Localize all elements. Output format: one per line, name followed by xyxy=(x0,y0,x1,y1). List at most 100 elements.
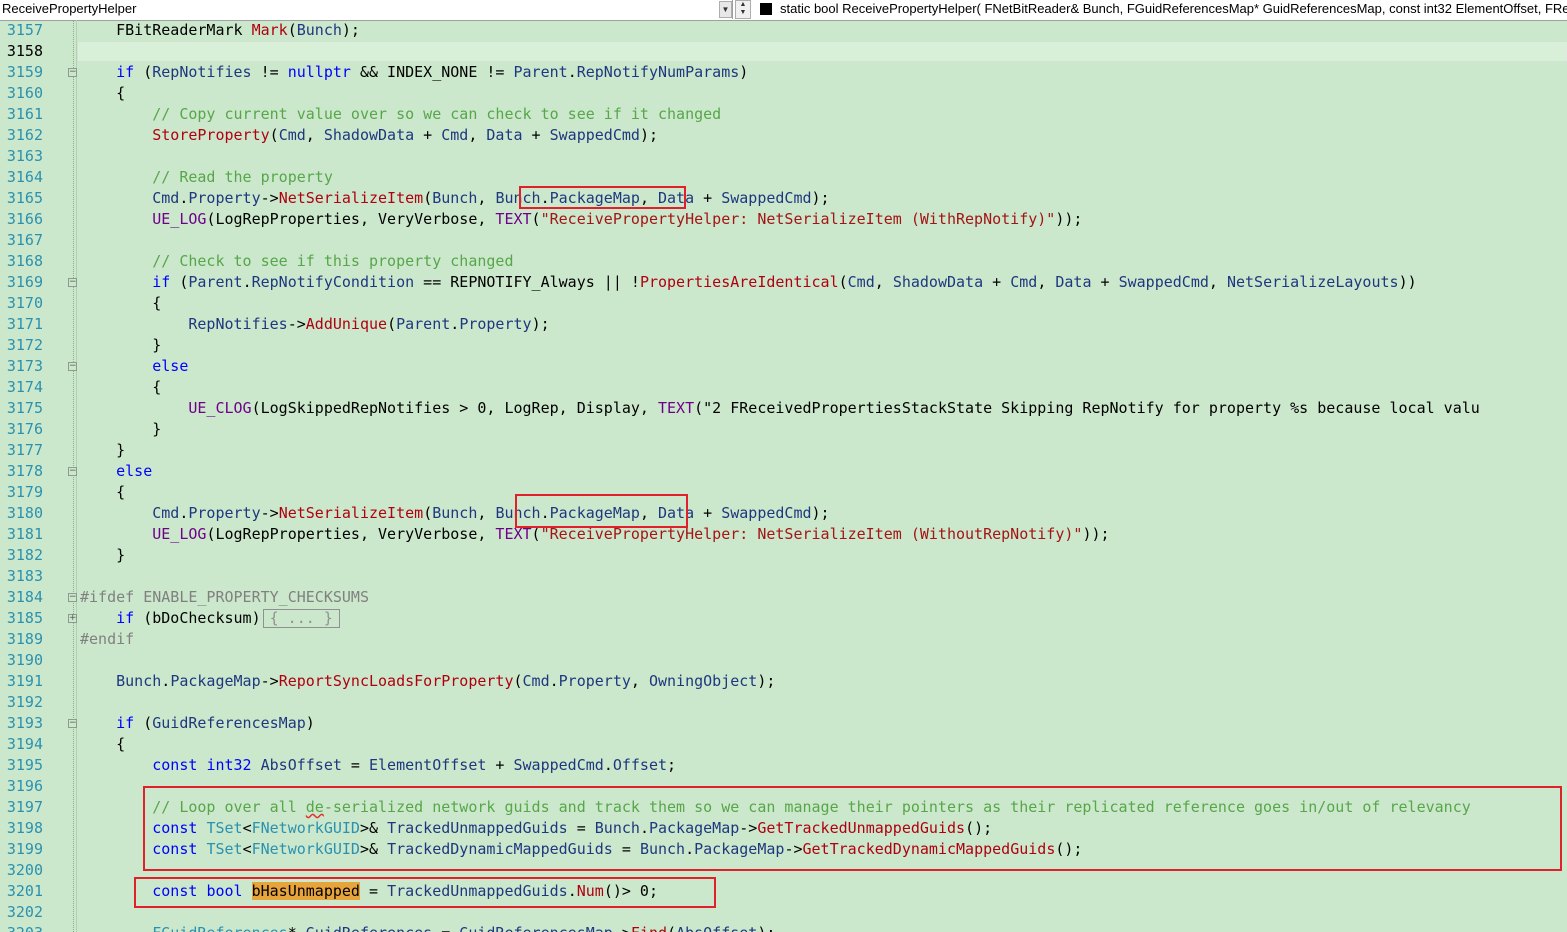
line-number: 3168 xyxy=(6,252,43,270)
line-number: 3184 xyxy=(6,588,43,606)
code-text: Cmd.Property->NetSerializeItem(Bunch, Bu… xyxy=(152,504,830,522)
line-number: 3173 xyxy=(6,357,43,375)
line-number: 3165 xyxy=(6,189,43,207)
code-line[interactable]: 3177 } xyxy=(0,440,1567,461)
code-line[interactable]: 3158 xyxy=(0,41,1567,62)
code-text: #endif xyxy=(80,630,135,648)
scope-dropdown[interactable]: ReceivePropertyHelper ▼ xyxy=(0,0,733,19)
collapse-icon[interactable]: − xyxy=(68,719,77,728)
code-line[interactable]: 3167 xyxy=(0,230,1567,251)
code-line[interactable]: 3165 Cmd.Property->NetSerializeItem(Bunc… xyxy=(0,188,1567,209)
collapse-icon[interactable]: − xyxy=(68,593,77,602)
line-number: 3199 xyxy=(6,840,43,858)
code-line[interactable]: 3185 + if (bDoChecksum){ ... } xyxy=(0,608,1567,629)
code-line[interactable]: 3183 xyxy=(0,566,1567,587)
highlight-box-packagemap-2 xyxy=(515,494,688,528)
code-line[interactable]: 3176 } xyxy=(0,419,1567,440)
code-line[interactable]: 3180 Cmd.Property->NetSerializeItem(Bunc… xyxy=(0,503,1567,524)
code-line[interactable]: 3189 #endif xyxy=(0,629,1567,650)
line-number: 3192 xyxy=(6,693,43,711)
code-text: RepNotifies->AddUnique(Parent.Property); xyxy=(188,315,550,333)
line-number: 3171 xyxy=(6,315,43,333)
line-number: 3201 xyxy=(6,882,43,900)
code-line[interactable]: 3175 UE_CLOG(LogSkippedRepNotifies > 0, … xyxy=(0,398,1567,419)
line-number: 3172 xyxy=(6,336,43,354)
code-line[interactable]: 3159 − if (RepNotifies != nullptr && INDE… xyxy=(0,62,1567,83)
line-number: 3198 xyxy=(6,819,43,837)
code-line[interactable]: 3173 − else xyxy=(0,356,1567,377)
code-line[interactable]: 3181 UE_LOG(LogRepProperties, VeryVerbos… xyxy=(0,524,1567,545)
line-number: 3158 xyxy=(6,42,43,60)
line-number: 3203 xyxy=(0,923,43,932)
line-number: 3164 xyxy=(6,168,43,186)
code-editor[interactable]: 3157 FBitReaderMark Mark(Bunch); 3158 3159… xyxy=(0,20,1567,932)
code-text: FGuidReferences* GuidReferences = GuidRe… xyxy=(80,923,775,932)
code-line[interactable]: 3169 − if (Parent.RepNotifyCondition == R… xyxy=(0,272,1567,293)
line-number: 3194 xyxy=(6,735,43,753)
code-line[interactable]: 3179 { xyxy=(0,482,1567,503)
line-number: 3157 xyxy=(6,21,43,39)
code-line[interactable]: 3203 FGuidReferences* GuidReferences = G… xyxy=(0,923,1567,932)
code-line[interactable]: 3166 UE_LOG(LogRepProperties, VeryVerbos… xyxy=(0,209,1567,230)
scroll-arrows-icon[interactable]: ▲ ▼ xyxy=(735,0,751,19)
chevron-down-icon[interactable]: ▼ xyxy=(719,1,732,18)
code-line[interactable]: 3164 // Read the property xyxy=(0,167,1567,188)
code-line[interactable]: 3195 const int32 AbsOffset = ElementOffs… xyxy=(0,755,1567,776)
line-number: 3174 xyxy=(6,378,43,396)
code-text: if (bDoChecksum){ ... } xyxy=(80,608,340,629)
code-text: if (Parent.RepNotifyCondition == REPNOTI… xyxy=(152,273,1417,291)
code-line[interactable]: 3170 { xyxy=(0,293,1567,314)
code-line[interactable]: 3178 − else xyxy=(0,461,1567,482)
line-number: 3181 xyxy=(6,525,43,543)
code-line[interactable]: 3163 xyxy=(0,146,1567,167)
member-dropdown-value: static bool ReceivePropertyHelper( FNetB… xyxy=(780,1,1567,16)
line-number: 3160 xyxy=(6,84,43,102)
collapse-icon[interactable]: − xyxy=(68,68,77,77)
code-text: { xyxy=(80,84,126,102)
code-line[interactable]: 3168 // Check to see if this property ch… xyxy=(0,251,1567,272)
line-number: 3191 xyxy=(6,672,43,690)
code-line[interactable]: 3162 StoreProperty(Cmd, ShadowData + Cmd… xyxy=(0,125,1567,146)
code-line[interactable]: 3193 − if (GuidReferencesMap) xyxy=(0,713,1567,734)
collapse-icon[interactable]: − xyxy=(68,278,77,287)
collapse-icon[interactable]: − xyxy=(68,362,77,371)
member-dropdown[interactable]: static bool ReceivePropertyHelper( FNetB… xyxy=(755,0,1567,19)
line-number: 3178 xyxy=(6,462,43,480)
code-line[interactable]: 3160 { xyxy=(0,83,1567,104)
line-number: 3159 xyxy=(6,63,43,81)
highlight-box-packagemap-1 xyxy=(519,186,686,209)
line-number: 3182 xyxy=(6,546,43,564)
line-number: 3190 xyxy=(6,651,43,669)
code-line[interactable]: 3172 } xyxy=(0,335,1567,356)
collapse-icon[interactable]: − xyxy=(68,467,77,476)
function-icon xyxy=(760,3,772,15)
code-line[interactable]: 3157 FBitReaderMark Mark(Bunch); xyxy=(0,20,1567,41)
code-line[interactable]: 3192 xyxy=(0,692,1567,713)
code-text: } xyxy=(80,441,126,459)
code-text: // Check to see if this property changed xyxy=(152,252,514,270)
collapsed-block[interactable]: { ... } xyxy=(262,609,340,628)
expand-icon[interactable]: + xyxy=(68,614,77,623)
code-line[interactable]: 3191 Bunch.PackageMap->ReportSyncLoadsFo… xyxy=(0,671,1567,692)
code-text: #ifdef ENABLE_PROPERTY_CHECKSUMS xyxy=(80,588,369,606)
code-line[interactable]: 3171 RepNotifies->AddUnique(Parent.Prope… xyxy=(0,314,1567,335)
line-number: 3179 xyxy=(6,483,43,501)
code-text: { xyxy=(80,483,126,501)
code-text: UE_CLOG(LogSkippedRepNotifies > 0, LogRe… xyxy=(188,399,1480,417)
line-number: 3166 xyxy=(6,210,43,228)
code-text: if (GuidReferencesMap) xyxy=(116,714,315,732)
code-text: { xyxy=(80,294,162,312)
code-line[interactable]: 3184 − #ifdef ENABLE_PROPERTY_CHECKSUMS xyxy=(0,587,1567,608)
code-line[interactable]: 3161 // Copy current value over so we ca… xyxy=(0,104,1567,125)
code-text: } xyxy=(80,336,162,354)
line-number: 3195 xyxy=(6,756,43,774)
line-number: 3197 xyxy=(6,798,43,816)
code-line[interactable]: 3182 } xyxy=(0,545,1567,566)
line-number: 3180 xyxy=(6,504,43,522)
code-line[interactable]: 3194 { xyxy=(0,734,1567,755)
line-number: 3189 xyxy=(6,630,43,648)
code-line[interactable]: 3174 { xyxy=(0,377,1567,398)
code-line[interactable]: 3190 xyxy=(0,650,1567,671)
highlight-box-guid-tracking xyxy=(143,786,1562,871)
code-text: } xyxy=(80,546,126,564)
